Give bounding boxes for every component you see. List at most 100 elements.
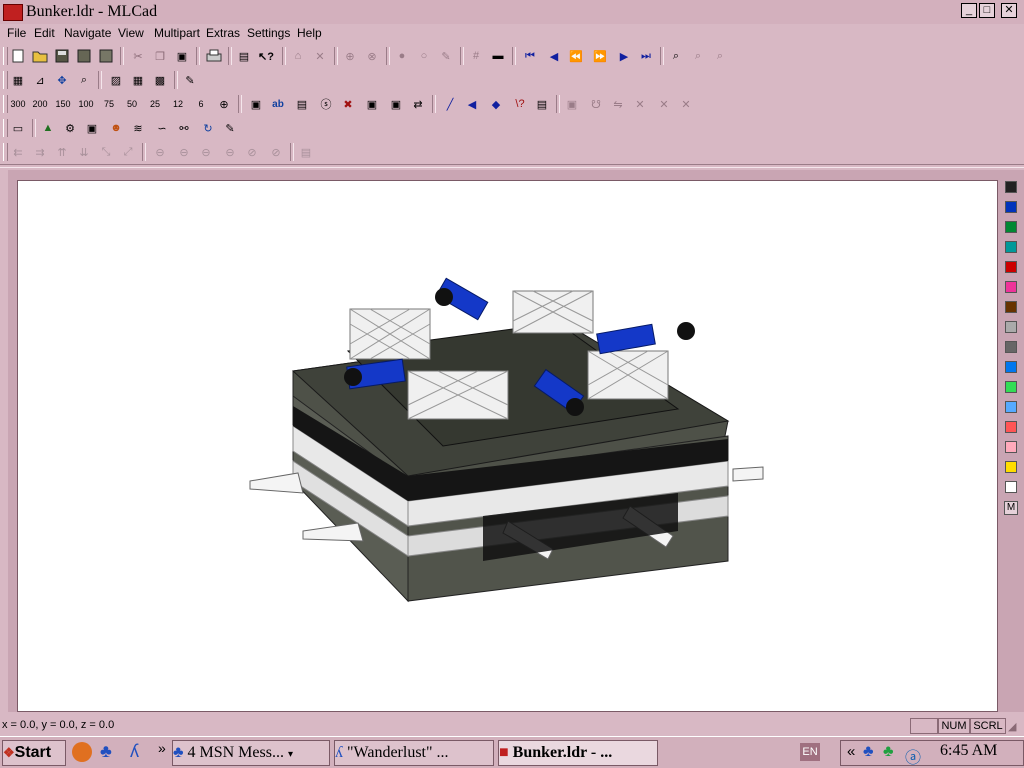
comment-icon[interactable]: ▤: [532, 94, 552, 114]
pencil-icon[interactable]: ✎: [180, 70, 200, 90]
color-swatch[interactable]: [1005, 321, 1017, 333]
menu-settings[interactable]: Settings: [247, 24, 290, 44]
menu-navigate[interactable]: Navigate: [64, 24, 111, 44]
quicklaunch-overflow[interactable]: »: [158, 740, 166, 756]
gear-icon[interactable]: ⚙: [60, 118, 80, 138]
color-swatch[interactable]: [1005, 401, 1017, 413]
insert-part-icon[interactable]: ▣: [246, 94, 266, 114]
color-swatch[interactable]: [1005, 461, 1017, 473]
new-file-icon[interactable]: [8, 46, 28, 66]
rotate-neg-icon[interactable]: ⊖: [220, 142, 240, 162]
find-icon[interactable]: ⌕: [666, 46, 686, 66]
move-out-icon[interactable]: ⤢: [118, 142, 138, 162]
camera-icon[interactable]: ▭: [8, 118, 28, 138]
line-icon[interactable]: ╱: [440, 94, 460, 114]
rotate-icon[interactable]: ⓢ: [316, 94, 336, 114]
msn-tray-icon[interactable]: ♣: [863, 743, 874, 761]
app-shortcut-icon[interactable]: ʎ: [130, 741, 139, 762]
photo-icon[interactable]: ▣: [82, 118, 102, 138]
zoom-75-button[interactable]: 75: [99, 94, 119, 114]
zoom-300-button[interactable]: 300: [8, 94, 28, 114]
save-all-icon[interactable]: [96, 46, 116, 66]
move-in-icon[interactable]: ⤡: [96, 142, 116, 162]
step-icon[interactable]: ▤: [292, 94, 312, 114]
language-indicator[interactable]: EN: [800, 743, 820, 761]
chain-icon[interactable]: ⚯: [174, 118, 194, 138]
paste-icon[interactable]: ▣: [172, 46, 192, 66]
next-step-icon[interactable]: ▶: [614, 46, 634, 66]
rotate-part-icon[interactable]: ↻: [198, 118, 218, 138]
zoom-200-button[interactable]: 200: [30, 94, 50, 114]
spring-icon[interactable]: ≋: [128, 118, 148, 138]
remove-icon[interactable]: ✖: [338, 94, 358, 114]
save-icon[interactable]: [52, 46, 72, 66]
brick-icon[interactable]: ▬: [488, 46, 508, 66]
menu-view[interactable]: View: [118, 24, 144, 44]
move-down-icon[interactable]: ⇊: [74, 142, 94, 162]
rotate-reset-icon[interactable]: ⊘: [242, 142, 262, 162]
menu-file[interactable]: File: [7, 24, 26, 44]
resize-grip-icon[interactable]: ◢: [1008, 720, 1016, 733]
replace-icon[interactable]: ⌕: [710, 46, 730, 66]
hose-icon[interactable]: ∽: [152, 118, 172, 138]
color-swatch[interactable]: [1005, 181, 1017, 193]
color-swatch[interactable]: [1005, 241, 1017, 253]
ungroup-icon[interactable]: ☋: [586, 94, 606, 114]
firefox-icon[interactable]: [72, 742, 92, 762]
triangle-icon[interactable]: ◀: [462, 94, 482, 114]
lock-icon[interactable]: ⌂: [288, 46, 308, 66]
move-left-icon[interactable]: ⇇: [8, 142, 28, 162]
zoom-12-button[interactable]: 12: [168, 94, 188, 114]
text-icon[interactable]: ab: [268, 94, 288, 114]
zoom-50-button[interactable]: 50: [122, 94, 142, 114]
grid-icon[interactable]: #: [466, 46, 486, 66]
zoom-25-button[interactable]: 25: [145, 94, 165, 114]
model-viewport[interactable]: [17, 180, 998, 712]
axis-icon[interactable]: ⊿: [30, 70, 50, 90]
network-people-icon[interactable]: ♣: [100, 741, 112, 762]
move-up-icon[interactable]: ⇈: [52, 142, 72, 162]
keyboard-icon[interactable]: ▤: [296, 142, 316, 162]
edit-picture-icon[interactable]: ▣: [386, 94, 406, 114]
zoom-100-button[interactable]: 100: [76, 94, 96, 114]
taskbar-bunker-mlcad[interactable]: ■ Bunker.ldr - ...: [498, 740, 658, 766]
color-swatch[interactable]: [1005, 441, 1017, 453]
mirror-icon[interactable]: ⇋: [608, 94, 628, 114]
snap-icon[interactable]: ⊕: [340, 46, 360, 66]
no-snap-icon[interactable]: ⊗: [362, 46, 382, 66]
rewind-icon[interactable]: ⏪: [566, 46, 586, 66]
optional-line-icon[interactable]: \?: [510, 94, 530, 114]
fast-forward-icon[interactable]: ⏩: [590, 46, 610, 66]
color-swatch[interactable]: [1005, 481, 1017, 493]
zoom-icon[interactable]: ⌕: [74, 70, 94, 90]
color-swatch[interactable]: [1005, 301, 1017, 313]
last-step-icon[interactable]: ⏭: [636, 46, 656, 66]
quad-icon[interactable]: ◆: [486, 94, 506, 114]
save-as-icon[interactable]: [74, 46, 94, 66]
properties-icon[interactable]: ▤: [234, 46, 254, 66]
table-grid-icon[interactable]: ▦: [128, 70, 148, 90]
aim-tray-icon[interactable]: ⓐ: [905, 744, 921, 768]
color-swatch[interactable]: [1005, 421, 1017, 433]
edit-part-icon[interactable]: ✎: [220, 118, 240, 138]
view-window-icon[interactable]: ▦: [8, 70, 28, 90]
first-step-icon[interactable]: ⏮: [520, 46, 540, 66]
rotate-x-icon[interactable]: ⊖: [150, 142, 170, 162]
menu-multipart[interactable]: Multipart: [154, 24, 200, 44]
menu-extras[interactable]: Extras: [206, 24, 240, 44]
cross-icon[interactable]: ✕: [654, 94, 674, 114]
rotate-y-icon[interactable]: ⊖: [174, 142, 194, 162]
light-icon[interactable]: ●: [392, 46, 412, 66]
color-swatch[interactable]: [1005, 361, 1017, 373]
copy-icon[interactable]: ❐: [150, 46, 170, 66]
cut-icon[interactable]: ✂: [128, 46, 148, 66]
color-swatch[interactable]: [1005, 261, 1017, 273]
clear-all-icon[interactable]: ✕: [676, 94, 696, 114]
open-folder-icon[interactable]: [30, 46, 50, 66]
swap-icon[interactable]: ⇄: [408, 94, 428, 114]
color-swatch[interactable]: [1005, 341, 1017, 353]
taskbar-msn-messenger[interactable]: ♣ 4 MSN Mess... ▾: [172, 740, 330, 766]
picture-icon[interactable]: ▣: [362, 94, 382, 114]
move-icon[interactable]: ✥: [52, 70, 72, 90]
close-button[interactable]: ✕: [1001, 3, 1017, 18]
